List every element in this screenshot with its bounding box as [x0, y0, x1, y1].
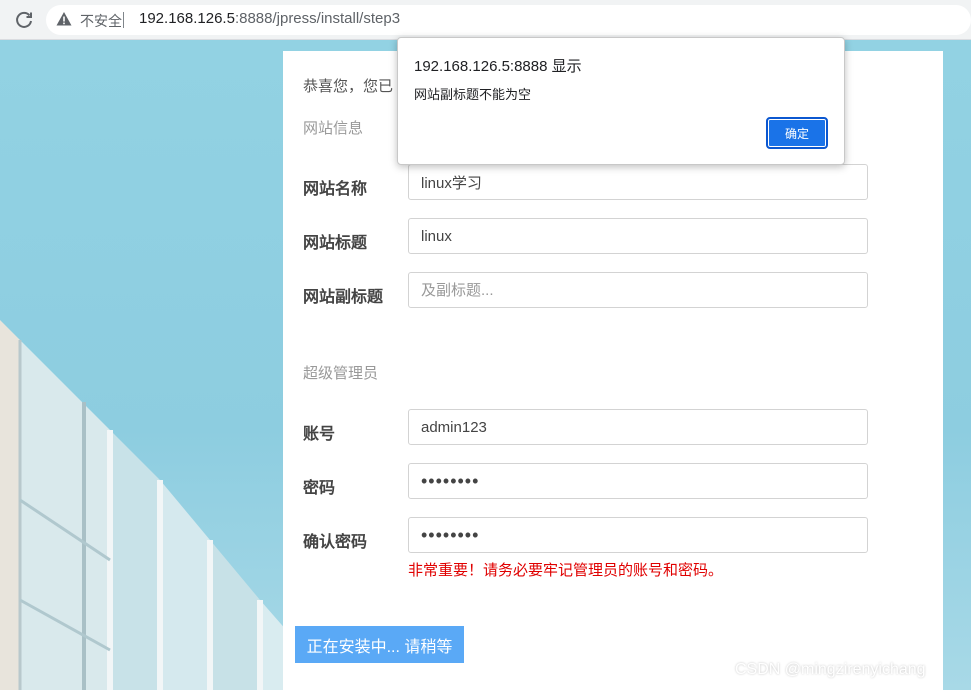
watermark: CSDN @mingzirenyichang	[735, 661, 926, 678]
site-subtitle-label: 网站副标题	[303, 289, 384, 306]
admin-heading: 超级管理员	[303, 365, 379, 382]
confirm-password-label: 确认密码	[303, 534, 368, 551]
intro-text: 恭喜您，您已	[303, 78, 394, 95]
account-input[interactable]	[408, 409, 868, 445]
confirm-password-input[interactable]	[408, 517, 868, 553]
password-label: 密码	[303, 480, 336, 497]
insecure-label[interactable]: 不安全	[80, 11, 122, 31]
reload-icon[interactable]	[14, 10, 34, 30]
install-button[interactable]: 正在安装中... 请稍等	[295, 626, 464, 663]
divider	[123, 12, 124, 28]
site-name-input[interactable]	[408, 164, 868, 200]
site-name-label: 网站名称	[303, 181, 368, 198]
address-bar[interactable]: 不安全 192.168.126.5:8888/jpress/install/st…	[46, 5, 971, 35]
warning-text: 非常重要！请务必要牢记管理员的账号和密码。	[408, 562, 724, 579]
url-path: :8888/jpress/install/step3	[234, 10, 401, 27]
site-subtitle-input[interactable]	[408, 272, 868, 308]
account-label: 账号	[303, 426, 336, 443]
password-input[interactable]	[408, 463, 868, 499]
site-info-heading: 网站信息	[303, 120, 364, 137]
url-text[interactable]: 192.168.126.5:8888/jpress/install/step3	[139, 10, 400, 27]
warning-icon[interactable]	[56, 11, 72, 27]
site-title-input[interactable]	[408, 218, 868, 254]
dialog-title: 192.168.126.5:8888 显示	[414, 58, 582, 75]
site-title-label: 网站标题	[303, 235, 368, 252]
ok-button[interactable]: 确定	[766, 117, 828, 149]
alert-dialog: 192.168.126.5:8888 显示 网站副标题不能为空 确定	[397, 37, 845, 165]
url-host: 192.168.126.5	[139, 10, 235, 27]
dialog-message: 网站副标题不能为空	[414, 87, 532, 102]
browser-toolbar: 不安全 192.168.126.5:8888/jpress/install/st…	[0, 0, 971, 40]
